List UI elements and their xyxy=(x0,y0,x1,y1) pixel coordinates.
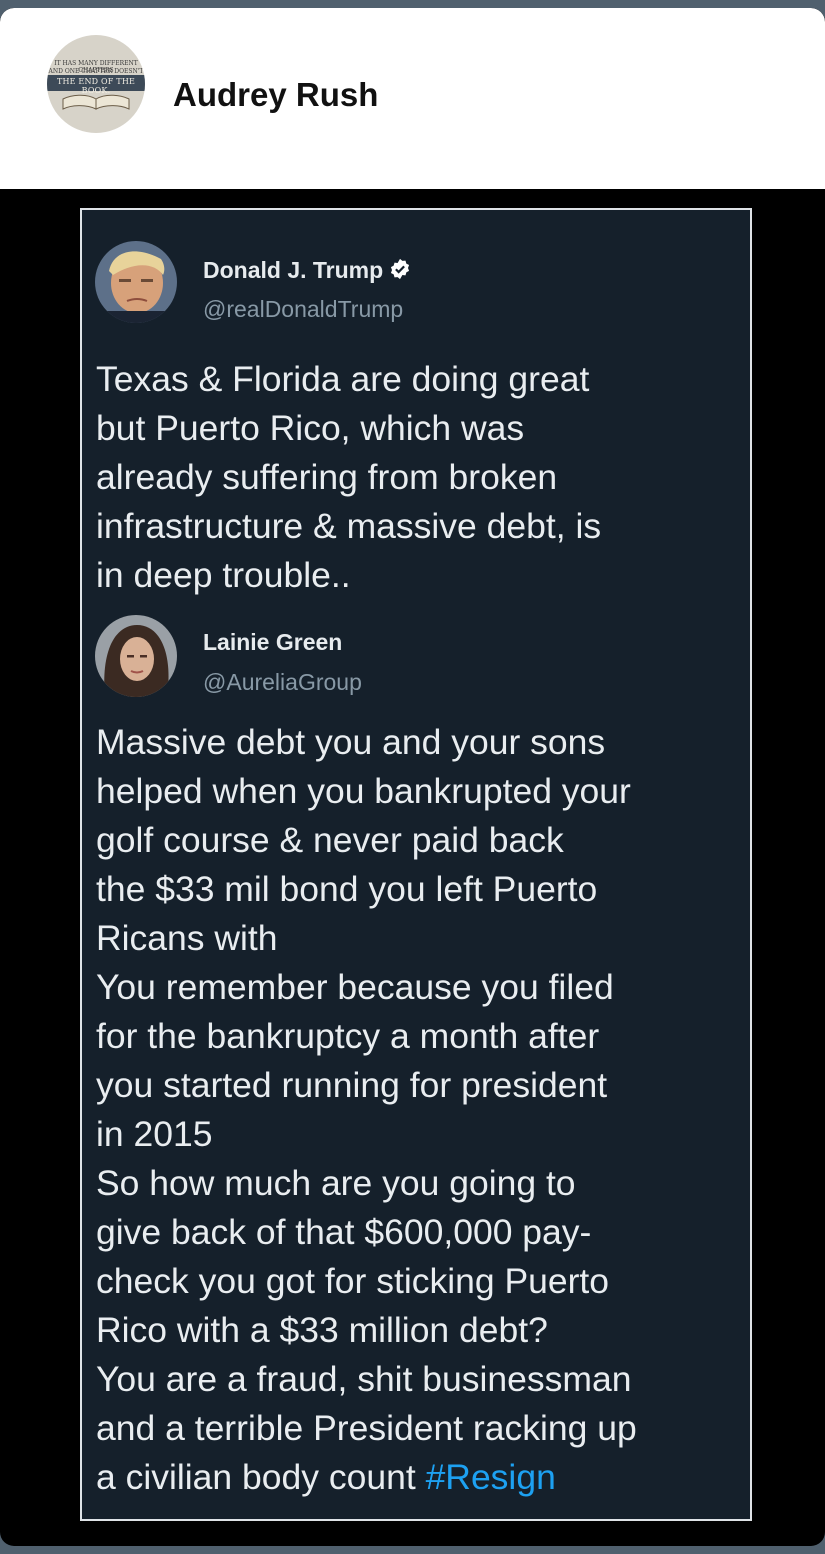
tweet-author-name[interactable]: Donald J. Trump xyxy=(203,257,411,284)
post-frame: IT HAS MANY DIFFERENT CHAPTERS AND ONE C… xyxy=(0,8,825,1546)
reply-author-name[interactable]: Lainie Green xyxy=(203,629,342,656)
author-name[interactable]: Audrey Rush xyxy=(173,76,378,114)
tweet-author-name-text: Donald J. Trump xyxy=(203,257,384,283)
tweet-text: Texas & Florida are doing great but Puer… xyxy=(96,359,602,595)
reply-text: Massive debt you and your sons helped wh… xyxy=(96,718,746,1502)
tweet-author-handle[interactable]: @realDonaldTrump xyxy=(203,296,403,323)
reply-text-body: Massive debt you and your sons helped wh… xyxy=(96,722,637,1497)
reply-author-handle[interactable]: @AureliaGroup xyxy=(203,669,362,696)
portrait-icon xyxy=(95,241,177,323)
author-avatar[interactable]: IT HAS MANY DIFFERENT CHAPTERS AND ONE C… xyxy=(47,35,145,133)
post-header: IT HAS MANY DIFFERENT CHAPTERS AND ONE C… xyxy=(0,8,825,189)
portrait-icon xyxy=(95,615,177,697)
tweet-screenshot: Donald J. Trump @realDonaldTrump Texas &… xyxy=(80,208,752,1521)
hashtag-link[interactable]: #Resign xyxy=(426,1457,556,1497)
reply-avatar[interactable] xyxy=(95,615,177,697)
verified-badge-icon xyxy=(391,258,410,280)
open-book-icon xyxy=(62,94,130,110)
tweet-avatar[interactable] xyxy=(95,241,177,323)
